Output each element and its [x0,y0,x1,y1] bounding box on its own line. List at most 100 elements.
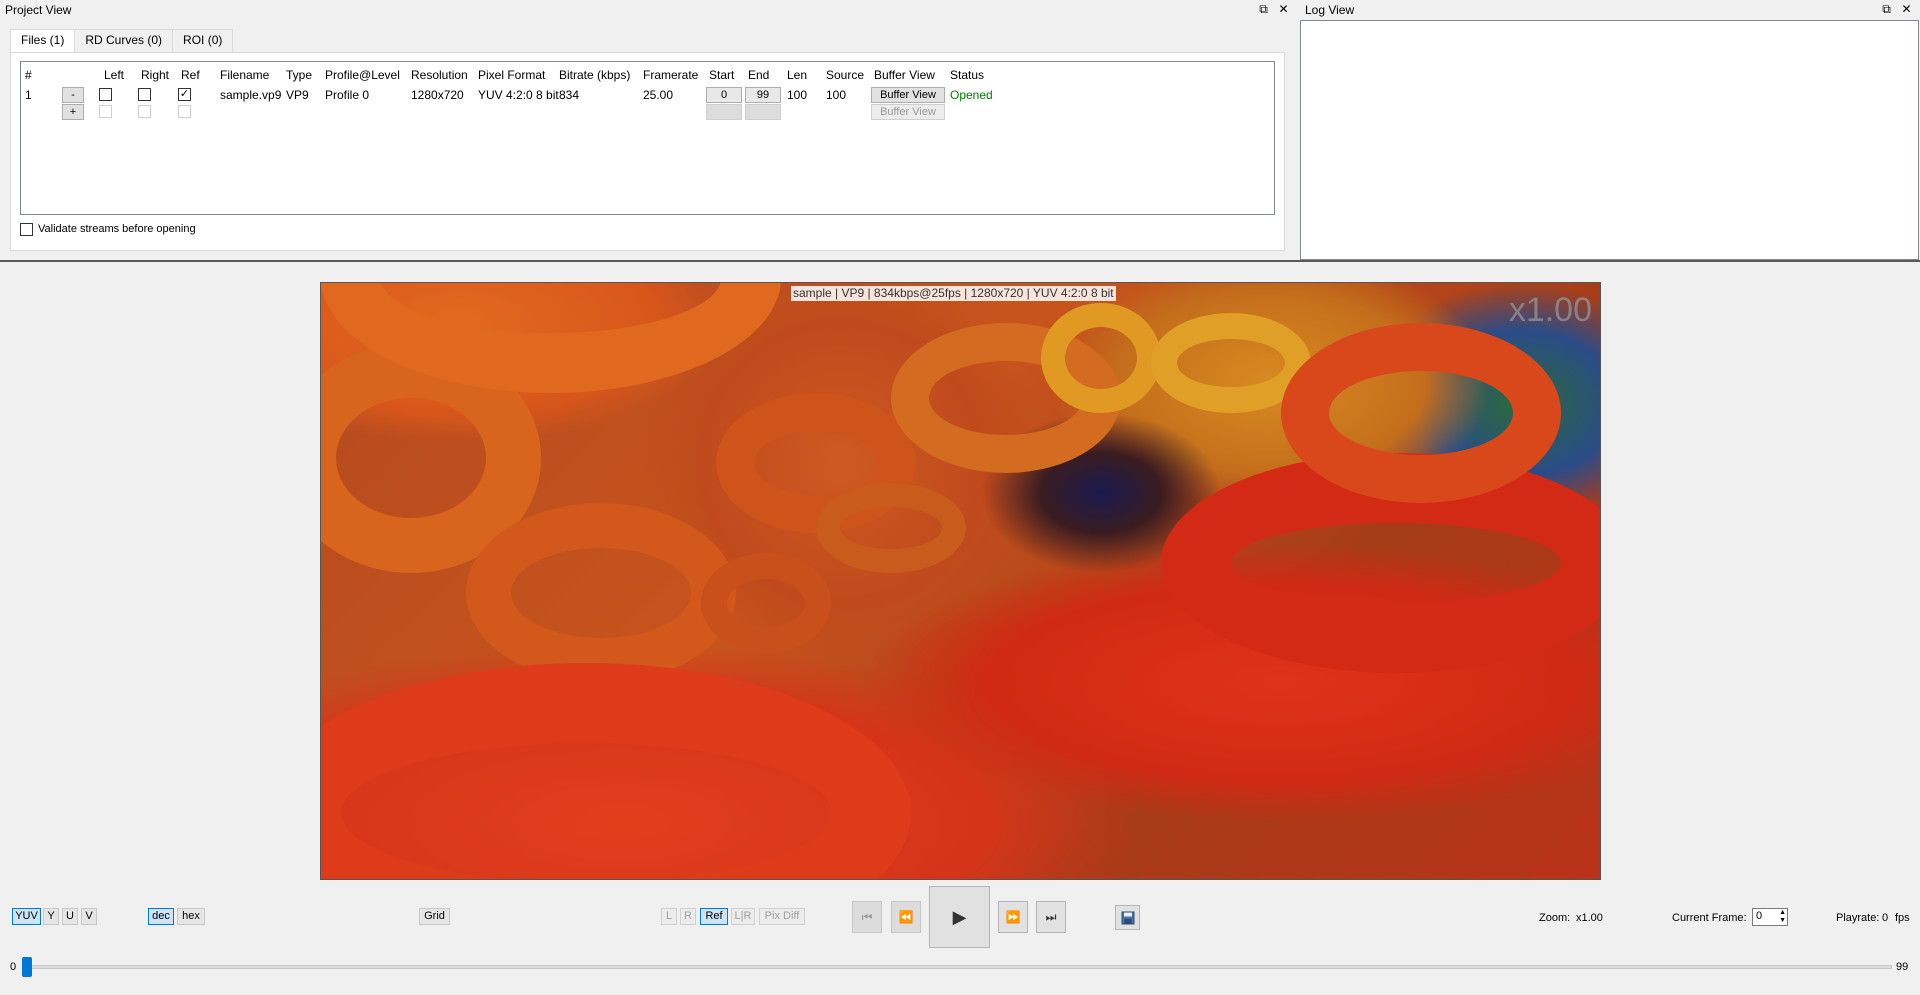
video-info-overlay: sample | VP9 | 834kbps@25fps | 1280x720 … [791,286,1116,301]
row-profile: Profile 0 [325,88,370,102]
right-checkbox-disabled [138,105,151,118]
play-icon: ▶ [952,906,967,927]
grid-button[interactable]: Grid [419,908,450,925]
row-filename: sample.vp9 [220,88,282,102]
end-frame-input[interactable]: 99 [745,87,781,103]
col-header-len: Len [787,68,808,82]
timeline-slider-track[interactable] [22,965,1892,969]
timeline-slider-handle[interactable] [22,957,32,977]
video-shape [701,553,831,653]
plane-y-button[interactable]: Y [43,908,59,925]
col-header-source: Source [826,68,865,82]
project-tabs: Files (1) RD Curves (0) ROI (0) [10,29,234,54]
col-header-start: Start [709,68,735,82]
row-source: 100 [826,88,847,102]
last-frame-button[interactable]: ⏭ [1036,901,1066,933]
row-resolution: 1280x720 [411,88,464,102]
zoom-value: x1.00 [1576,912,1603,924]
row-status: Opened [950,88,993,102]
row-framerate: 25.00 [643,88,674,102]
files-tab-page: # Left Right Ref Filename Type Profile@L… [10,52,1285,251]
start-frame-input[interactable]: 0 [706,87,742,103]
view-lr-button[interactable]: L|R [731,908,755,925]
validate-streams-label: Validate streams before opening [38,223,196,235]
plane-v-button[interactable]: V [81,908,97,925]
current-frame-label: Current Frame: [1672,912,1747,924]
video-shape [816,483,966,573]
col-header-status: Status [950,68,985,82]
project-view-close-icon[interactable]: ✕ [1277,3,1290,16]
timeline-max-label: 99 [1896,961,1909,973]
col-header-pixel-format: Pixel Format [478,68,546,82]
remove-file-button[interactable]: - [62,87,84,103]
view-pixdiff-button[interactable]: Pix Diff [759,908,805,925]
col-header-end: End [748,68,770,82]
buffer-view-button-disabled: Buffer View [871,104,945,120]
files-table[interactable]: # Left Right Ref Filename Type Profile@L… [20,61,1275,215]
prev-frame-button[interactable]: ⏪ [891,901,921,933]
dock-separator [0,260,1920,262]
col-header-bitrate: Bitrate (kbps) [559,68,631,82]
play-button[interactable]: ▶ [929,886,990,948]
plane-u-button[interactable]: U [62,908,78,925]
video-display[interactable]: sample | VP9 | 834kbps@25fps | 1280x720 … [320,282,1601,880]
rewind-icon: ⏪ [898,910,914,924]
tab-rd-curves[interactable]: RD Curves (0) [74,29,174,52]
col-header-right: Right [141,68,170,82]
add-file-button[interactable]: + [62,104,84,120]
playrate-value: 0 [1882,912,1889,924]
video-zoom-overlay: x1.00 [1508,291,1592,329]
next-frame-button[interactable]: ⏩ [998,901,1028,933]
log-view-close-icon[interactable]: ✕ [1900,3,1913,16]
plane-yuv-button[interactable]: YUV [12,908,41,925]
row-len: 100 [787,88,808,102]
view-right-button[interactable]: R [680,908,696,925]
buffer-view-button[interactable]: Buffer View [871,87,945,103]
current-frame-spinbox[interactable]: 0 ▲ ▼ [1752,908,1788,926]
log-view-title: Log View [1305,3,1355,17]
col-header-left: Left [104,68,125,82]
hex-button[interactable]: hex [177,908,205,925]
first-frame-button[interactable]: ⏮ [852,901,882,933]
log-view-float-icon[interactable]: ⧉ [1880,3,1893,16]
validate-streams-checkbox[interactable] [20,223,33,236]
col-header-filename: Filename [220,68,270,82]
save-icon [1121,911,1134,924]
col-header-buffer-view: Buffer View [874,68,935,82]
video-shape [1281,323,1561,503]
tab-roi[interactable]: ROI (0) [172,29,234,52]
right-checkbox[interactable] [138,88,151,101]
row-type: VP9 [286,88,309,102]
ref-checkbox[interactable]: ✓ [178,88,191,101]
current-frame-value: 0 [1756,910,1763,922]
timeline-min-label: 0 [10,961,17,973]
video-shape [1041,303,1161,413]
playrate-unit: fps [1895,912,1910,924]
view-ref-button[interactable]: Ref [700,908,728,925]
row-pixel-format: YUV 4:2:0 8 bit [478,88,559,102]
zoom-label: Zoom: [1539,912,1571,924]
video-shape [466,503,736,683]
start-frame-input-disabled [706,104,742,120]
project-view-title: Project View [5,3,72,17]
spin-down-icon[interactable]: ▼ [1779,917,1786,925]
ref-checkbox-disabled [178,105,191,118]
video-shape [321,663,911,879]
col-header-profile: Profile@Level [325,68,400,82]
row-index: 1 [25,88,32,102]
fast-forward-icon: ⏩ [1005,910,1021,924]
log-view-panel[interactable] [1300,20,1919,260]
save-button[interactable] [1115,905,1140,930]
dec-button[interactable]: dec [148,908,174,925]
col-header-index: # [25,68,32,82]
spin-up-icon[interactable]: ▲ [1779,909,1786,917]
left-checkbox[interactable] [99,88,112,101]
tab-files[interactable]: Files (1) [10,29,76,54]
col-header-type: Type [286,68,313,82]
project-view-float-icon[interactable]: ⧉ [1257,3,1270,16]
view-left-button[interactable]: L [661,908,677,925]
playrate-label: Playrate: [1836,912,1880,924]
col-header-ref: Ref [181,68,200,82]
skip-last-icon: ⏭ [1045,909,1057,924]
col-header-resolution: Resolution [411,68,468,82]
